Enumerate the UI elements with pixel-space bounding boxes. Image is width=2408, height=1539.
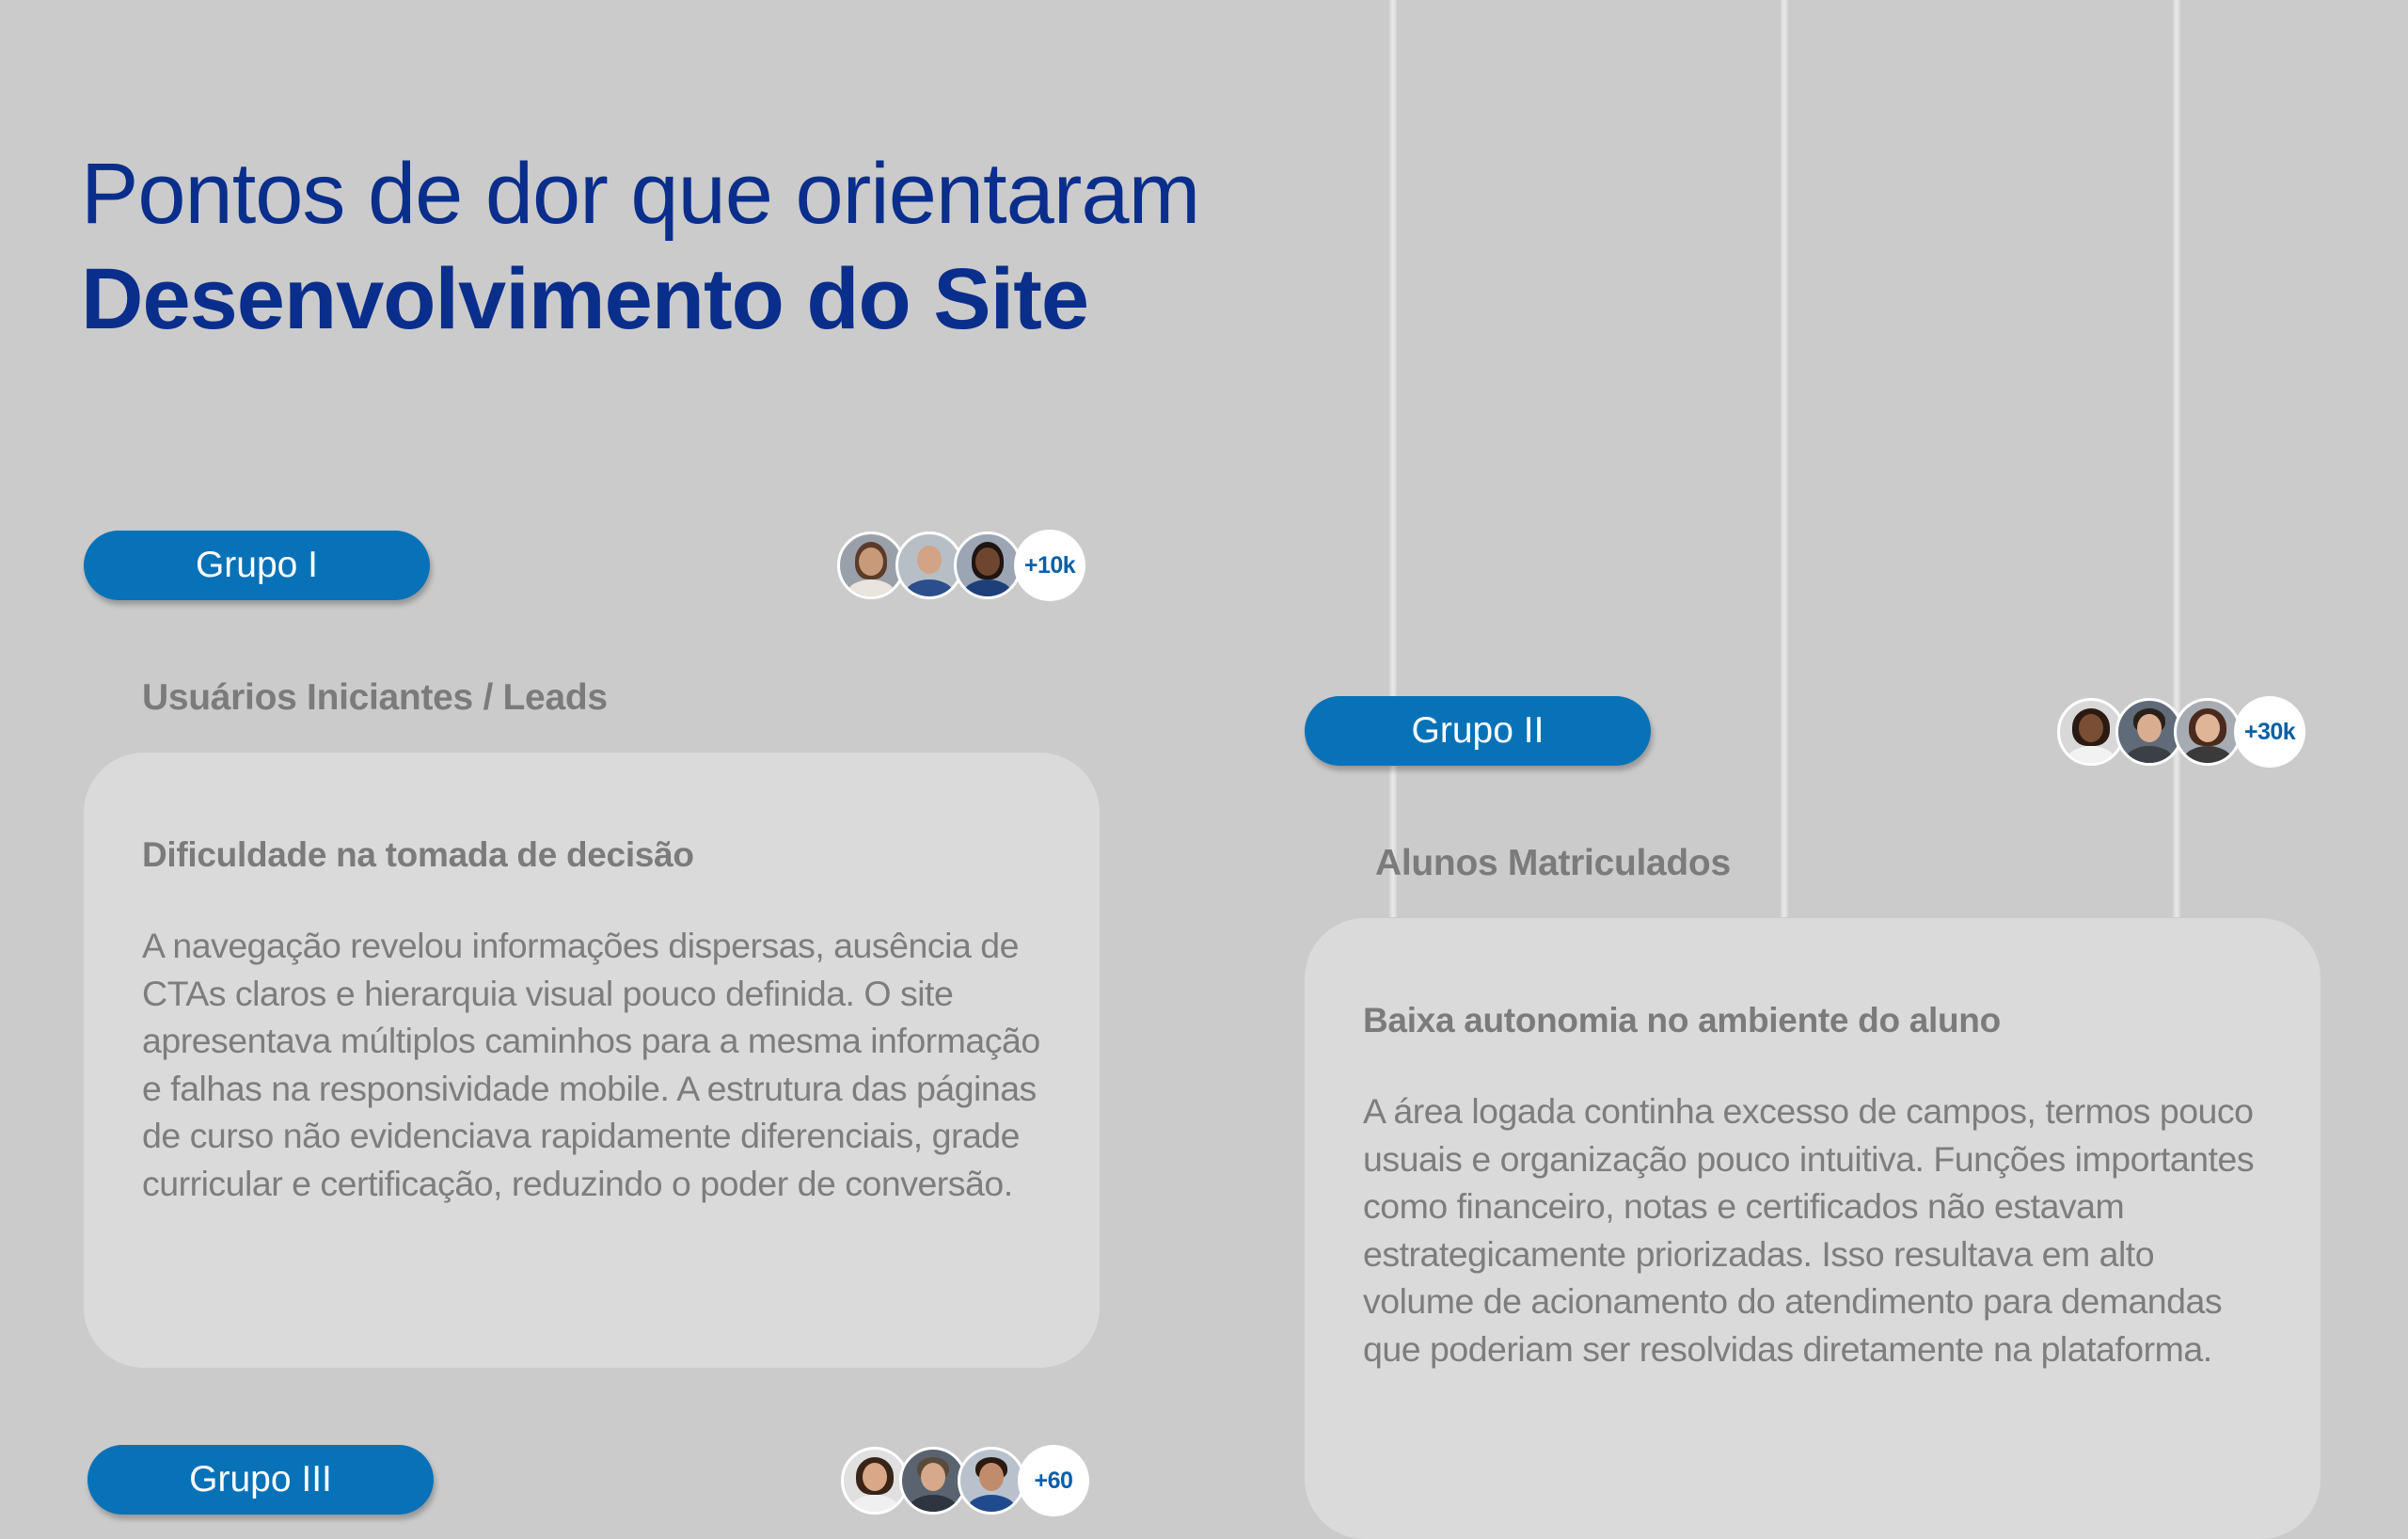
decorative-line [1781, 0, 1788, 917]
group-2-card-title: Baixa autonomia no ambiente do aluno [1363, 1001, 2001, 1039]
avatar [958, 1447, 1025, 1515]
page-title-line-1: Pontos de dor que orientaram [81, 146, 1200, 242]
page-title-line-2: Desenvolvimento do Site [81, 251, 1089, 347]
group-3-button[interactable]: Grupo III [87, 1445, 434, 1515]
group-2-count-badge: +30k [2234, 696, 2305, 768]
group-3-count-badge: +60 [1018, 1445, 1089, 1516]
avatar [2174, 698, 2242, 766]
group-3-avatars: +60 [841, 1445, 1089, 1516]
group-1-card: Dificuldade na tomada de decisão A naveg… [84, 753, 1100, 1368]
group-1-avatars: +10k [837, 530, 1085, 601]
group-1-card-body: A navegação revelou informações dispersa… [142, 926, 1040, 1203]
group-1-button[interactable]: Grupo I [84, 531, 430, 600]
decorative-line [2173, 0, 2180, 917]
group-2-avatars: +30k [2057, 696, 2305, 768]
group-2-card: Baixa autonomia no ambiente do aluno A á… [1305, 918, 2321, 1539]
group-1-card-title: Dificuldade na tomada de decisão [142, 835, 694, 874]
decorative-line [1389, 0, 1397, 917]
group-2-button[interactable]: Grupo II [1305, 696, 1651, 766]
group-1-count-badge: +10k [1014, 530, 1085, 601]
group-1-audience: Usuários Iniciantes / Leads [142, 677, 608, 718]
page-title: Pontos de dor que orientaram Desenvolvim… [81, 141, 1200, 352]
avatar [954, 532, 1022, 599]
group-2-audience: Alunos Matriculados [1375, 843, 1731, 883]
group-2-card-body: A área logada continha excesso de campos… [1363, 1091, 2255, 1369]
